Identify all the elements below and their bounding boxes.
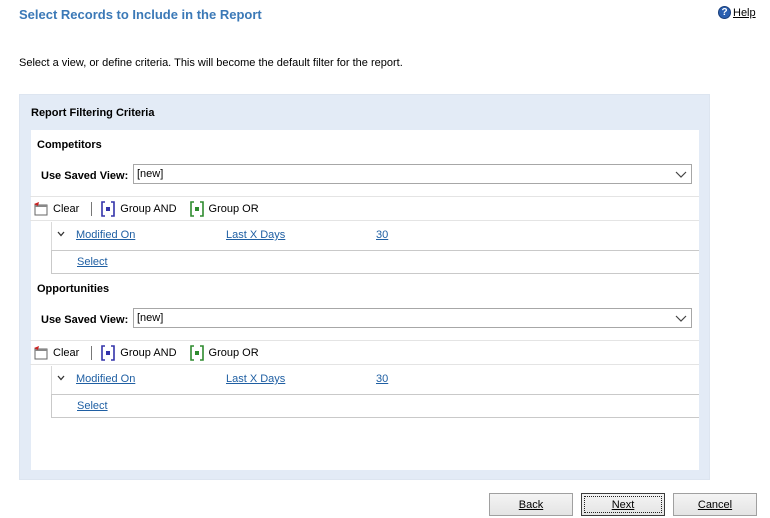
criteria-row: Modified On Last X Days 30 [31, 222, 699, 248]
saved-view-label: Use Saved View: [41, 314, 129, 326]
clear-icon [34, 345, 48, 359]
chevron-down-icon [675, 171, 687, 178]
group-and-icon [101, 200, 116, 217]
saved-view-value: [new] [137, 168, 164, 180]
help-link[interactable]: ? Help [718, 6, 756, 19]
help-icon: ? [718, 6, 731, 19]
select-row: Select [51, 250, 699, 274]
next-label: Next [611, 498, 635, 511]
clear-icon [34, 201, 48, 215]
chevron-down-icon[interactable] [57, 230, 65, 238]
toolbar-divider [91, 201, 93, 216]
clear-label: Clear [53, 202, 80, 215]
toolbar-divider [91, 345, 93, 360]
cancel-button[interactable]: Cancel [673, 493, 757, 516]
criteria-value-link[interactable]: 30 [376, 373, 388, 385]
clear-label: Clear [53, 346, 80, 359]
saved-view-select-opportunities[interactable]: [new] [133, 308, 692, 328]
criteria-row: Modified On Last X Days 30 [31, 366, 699, 392]
group-or-button[interactable]: Group OR [189, 200, 259, 217]
group-or-icon [189, 200, 204, 217]
filtering-criteria-panel: Report Filtering Criteria Competitors Us… [19, 94, 710, 480]
saved-view-label: Use Saved View: [41, 170, 129, 182]
instruction-text: Select a view, or define criteria. This … [19, 57, 403, 69]
criteria-field-link[interactable]: Modified On [76, 229, 135, 241]
clear-button[interactable]: Clear [33, 201, 79, 217]
group-and-label: Group AND [120, 202, 177, 215]
back-label: Back [518, 498, 544, 511]
group-or-icon [189, 344, 204, 361]
panel-title: Report Filtering Criteria [31, 107, 155, 119]
criteria-field-link[interactable]: Modified On [76, 373, 135, 385]
criteria-value-link[interactable]: 30 [376, 229, 388, 241]
select-field-link[interactable]: Select [77, 400, 108, 412]
criteria-operator-link[interactable]: Last X Days [226, 229, 285, 241]
select-row: Select [51, 394, 699, 418]
group-or-button[interactable]: Group OR [189, 344, 259, 361]
filter-toolbar-opportunities: Clear Group AND Group OR [30, 340, 699, 365]
section-title-opportunities: Opportunities [37, 283, 110, 295]
group-and-button[interactable]: Group AND [100, 344, 177, 361]
criteria-operator-link[interactable]: Last X Days [226, 373, 285, 385]
back-button[interactable]: Back [489, 493, 573, 516]
cancel-label: Cancel [697, 498, 733, 511]
next-button[interactable]: Next [581, 493, 665, 516]
group-and-label: Group AND [120, 346, 177, 359]
saved-view-select-competitors[interactable]: [new] [133, 164, 692, 184]
chevron-down-icon [675, 315, 687, 322]
clear-button[interactable]: Clear [33, 345, 79, 361]
help-label: Help [733, 6, 756, 19]
chevron-down-icon[interactable] [57, 374, 65, 382]
group-and-button[interactable]: Group AND [100, 200, 177, 217]
saved-view-value: [new] [137, 312, 164, 324]
section-title-competitors: Competitors [37, 139, 102, 151]
select-field-link[interactable]: Select [77, 256, 108, 268]
filter-toolbar-competitors: Clear Group AND Group OR [30, 196, 699, 221]
group-or-label: Group OR [208, 202, 259, 215]
page-title: Select Records to Include in the Report [19, 7, 262, 22]
group-or-label: Group OR [208, 346, 259, 359]
group-and-icon [101, 344, 116, 361]
criteria-container: Competitors Use Saved View: [new] Clear [30, 130, 699, 470]
